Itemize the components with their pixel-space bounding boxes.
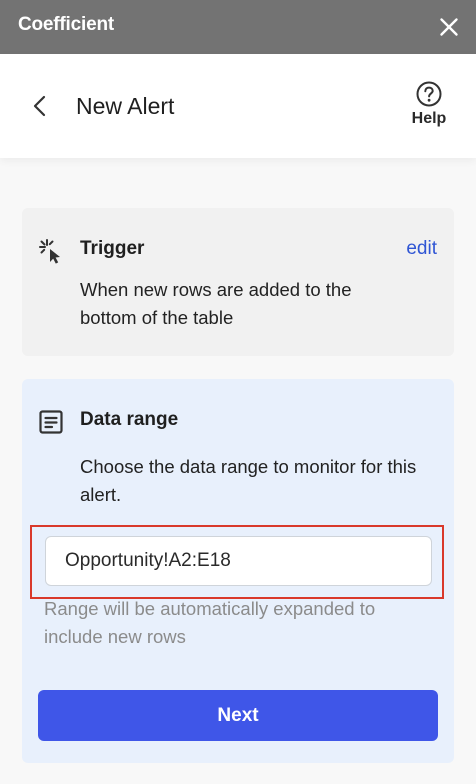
help-button[interactable]: Help bbox=[396, 80, 462, 136]
click-sparkle-icon bbox=[39, 239, 60, 264]
trigger-icon-wrapper bbox=[38, 238, 64, 264]
data-range-title: Data range bbox=[80, 409, 179, 430]
data-range-card: Data range Choose the data range to moni… bbox=[22, 379, 454, 763]
back-button[interactable] bbox=[26, 92, 54, 120]
trigger-description: When new rows are added to the bottom of… bbox=[80, 279, 352, 328]
close-icon bbox=[440, 18, 458, 36]
data-range-icon-wrapper bbox=[38, 409, 64, 435]
list-box-icon bbox=[39, 410, 63, 434]
range-input[interactable] bbox=[45, 536, 432, 586]
window-titlebar: Coefficient bbox=[0, 0, 476, 54]
help-label: Help bbox=[411, 110, 447, 127]
close-button[interactable] bbox=[434, 12, 464, 42]
trigger-edit-link[interactable]: edit bbox=[406, 238, 437, 260]
next-button[interactable]: Next bbox=[38, 690, 438, 741]
page-header: New Alert Help bbox=[0, 54, 476, 158]
app-title: Coefficient bbox=[18, 14, 114, 35]
page-title: New Alert bbox=[76, 93, 175, 119]
help-circle-icon bbox=[416, 81, 442, 107]
data-range-description: Choose the data range to monitor for thi… bbox=[80, 456, 417, 505]
chevron-left-icon bbox=[33, 95, 46, 117]
range-hint: Range will be automatically expanded to … bbox=[44, 598, 376, 647]
trigger-title: Trigger bbox=[80, 238, 145, 259]
trigger-card: Trigger edit When new rows are added to … bbox=[22, 208, 454, 356]
